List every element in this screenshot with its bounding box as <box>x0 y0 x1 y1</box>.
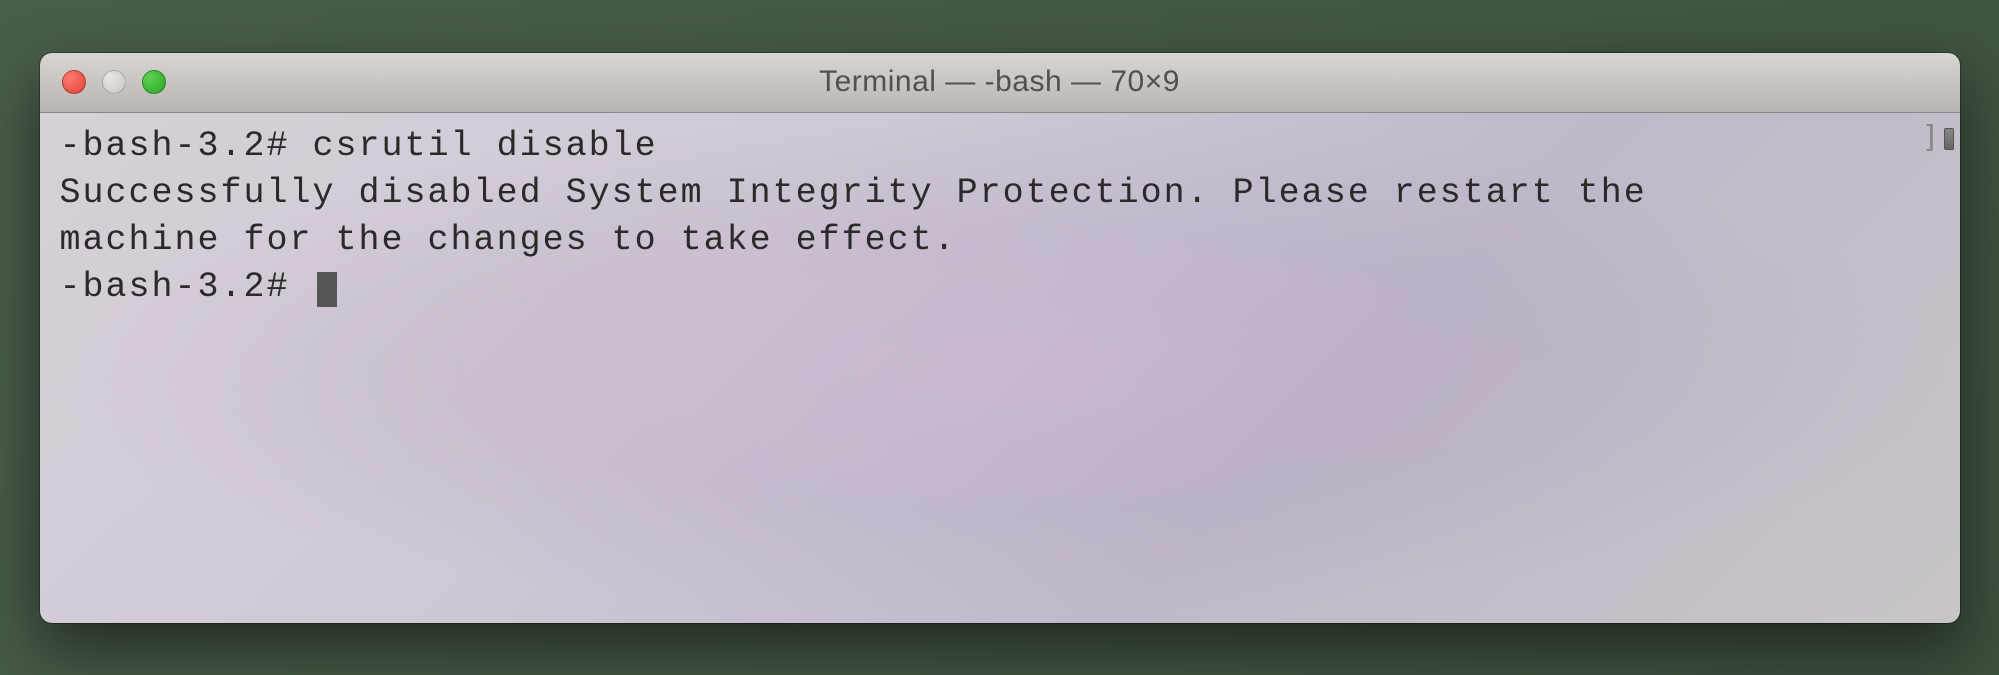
command-text: csrutil disable <box>313 126 658 166</box>
maximize-button[interactable] <box>142 70 166 94</box>
output-line-1: Successfully disabled System Integrity P… <box>60 170 1940 217</box>
scrollbar[interactable]: ] <box>1922 121 1954 157</box>
terminal-window: Terminal — -bash — 70×9 ] -bash-3.2# csr… <box>40 53 1960 623</box>
close-button[interactable] <box>62 70 86 94</box>
minimize-button[interactable] <box>102 70 126 94</box>
command-line-2: -bash-3.2# <box>60 264 1940 311</box>
output-line-2: machine for the changes to take effect. <box>60 217 1940 264</box>
terminal-body[interactable]: ] -bash-3.2# csrutil disable Successfull… <box>40 113 1960 623</box>
window-titlebar[interactable]: Terminal — -bash — 70×9 <box>40 53 1960 113</box>
shell-prompt: -bash-3.2# <box>60 267 313 307</box>
command-line-1: -bash-3.2# csrutil disable <box>60 123 1940 170</box>
scroll-bracket-icon: ] <box>1922 118 1942 159</box>
traffic-lights <box>40 70 166 94</box>
window-title: Terminal — -bash — 70×9 <box>819 65 1180 99</box>
cursor-icon <box>317 272 337 307</box>
scroll-thumb-icon[interactable] <box>1944 128 1954 150</box>
terminal-content: -bash-3.2# csrutil disable Successfully … <box>60 123 1940 312</box>
shell-prompt: -bash-3.2# <box>60 126 313 166</box>
